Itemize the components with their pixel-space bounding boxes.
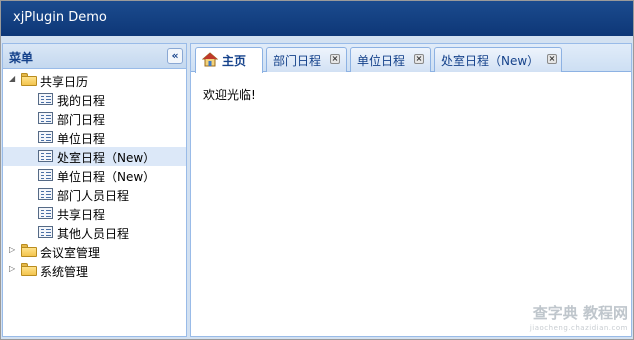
calendar-list-icon bbox=[38, 169, 53, 181]
tab-home[interactable]: 主页 bbox=[195, 47, 263, 73]
close-icon[interactable]: × bbox=[330, 54, 340, 64]
tree-item-label: 部门日程 bbox=[57, 113, 106, 127]
tree-item-label: 单位日程（New） bbox=[57, 170, 156, 184]
menu-panel-title: 菜单 bbox=[9, 51, 34, 65]
app-title: xjPlugin Demo bbox=[13, 10, 107, 25]
tree-item-unit-schedule[interactable]: 单位日程 bbox=[3, 128, 186, 147]
watermark-sub: jiaocheng.chazidian.com bbox=[529, 324, 628, 332]
collapsed-arrow-icon[interactable]: ▷ bbox=[9, 245, 15, 254]
menu-panel-header: 菜单 « bbox=[3, 44, 186, 69]
calendar-list-icon bbox=[38, 207, 53, 219]
tree-node-meeting-room[interactable]: ▷ 会议室管理 bbox=[3, 242, 186, 261]
tree-node-label: 会议室管理 bbox=[40, 246, 101, 260]
tree-node-label: 共享日历 bbox=[40, 75, 89, 89]
tab-unit-schedule[interactable]: 单位日程 × bbox=[350, 47, 431, 72]
calendar-list-icon bbox=[38, 131, 53, 143]
folder-icon bbox=[21, 244, 37, 257]
calendar-list-icon bbox=[38, 226, 53, 238]
tree-item-label: 部门人员日程 bbox=[57, 189, 130, 203]
title-bar: xjPlugin Demo bbox=[1, 1, 633, 36]
tree-item-other-staff-schedule[interactable]: 其他人员日程 bbox=[3, 223, 186, 242]
tree-item-label: 处室日程（New） bbox=[57, 151, 156, 165]
tree-node-label: 系统管理 bbox=[40, 265, 89, 279]
tree-item-dept-schedule[interactable]: 部门日程 bbox=[3, 109, 186, 128]
close-icon[interactable]: × bbox=[547, 54, 557, 64]
calendar-list-icon bbox=[38, 150, 53, 162]
tree-item-unit-schedule-new[interactable]: 单位日程（New） bbox=[3, 166, 186, 185]
expanded-arrow-icon[interactable]: ◢ bbox=[9, 74, 15, 83]
menu-panel: 菜单 « ◢ 共享日历 我的日程 部门日程 单位日程 处室日程（New） 单位日… bbox=[2, 43, 187, 337]
tree-item-office-schedule-new[interactable]: 处室日程（New） bbox=[3, 147, 186, 166]
calendar-list-icon bbox=[38, 188, 53, 200]
calendar-list-icon bbox=[38, 93, 53, 105]
tree-item-label: 其他人员日程 bbox=[57, 227, 130, 241]
watermark: 查字典 教程网 jiaocheng.chazidian.com bbox=[530, 306, 628, 336]
welcome-text: 欢迎光临! bbox=[203, 88, 256, 102]
tab-label: 单位日程 bbox=[357, 54, 406, 68]
tree-item-shared-schedule[interactable]: 共享日程 bbox=[3, 204, 186, 223]
tree-node-system-management[interactable]: ▷ 系统管理 bbox=[3, 261, 186, 280]
tree-item-label: 单位日程 bbox=[57, 132, 106, 146]
collapse-panel-button[interactable]: « bbox=[167, 48, 183, 64]
tree-item-dept-staff-schedule[interactable]: 部门人员日程 bbox=[3, 185, 186, 204]
tree-item-label: 我的日程 bbox=[57, 94, 106, 108]
close-icon[interactable]: × bbox=[414, 54, 424, 64]
tab-dept-schedule[interactable]: 部门日程 × bbox=[266, 47, 347, 72]
tab-label: 处室日程（New） bbox=[441, 54, 540, 68]
watermark-main: 查字典 教程网 bbox=[532, 304, 628, 322]
calendar-list-icon bbox=[38, 112, 53, 124]
home-icon bbox=[202, 52, 218, 67]
tab-strip: 主页 部门日程 × 单位日程 × 处室日程（New） × bbox=[191, 44, 631, 73]
tree-node-shared-calendar[interactable]: ◢ 共享日历 bbox=[3, 71, 186, 90]
tree-item-my-schedule[interactable]: 我的日程 bbox=[3, 90, 186, 109]
folder-open-icon bbox=[21, 73, 37, 86]
collapsed-arrow-icon[interactable]: ▷ bbox=[9, 264, 15, 273]
tab-office-schedule-new[interactable]: 处室日程（New） × bbox=[434, 47, 562, 72]
tab-label: 部门日程 bbox=[273, 54, 322, 68]
tab-label: 主页 bbox=[222, 54, 247, 68]
tree-item-label: 共享日程 bbox=[57, 208, 106, 222]
folder-icon bbox=[21, 263, 37, 276]
main-tab-panel: 主页 部门日程 × 单位日程 × 处室日程（New） × 欢迎光临! bbox=[190, 43, 632, 337]
